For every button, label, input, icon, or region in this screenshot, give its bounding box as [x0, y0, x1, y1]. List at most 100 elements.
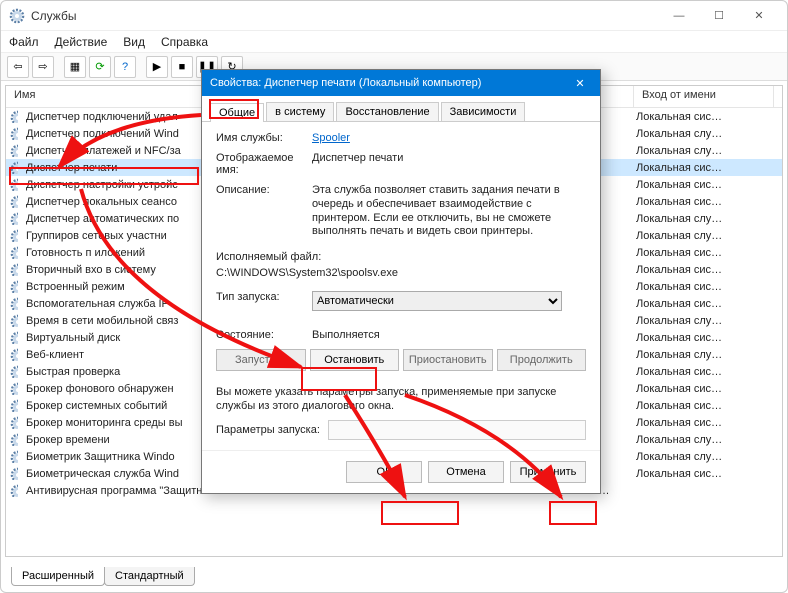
window-title: Службы [31, 9, 659, 23]
cell-name: Брокер мониторинга среды вы [22, 417, 202, 429]
pause-svc-button: Приостановить [403, 349, 493, 371]
cell-logon: Локальная сис… [632, 366, 772, 378]
cell-name: Виртуальный диск [22, 332, 202, 344]
cell-name: Брокер фонового обнаружен [22, 383, 202, 395]
menubar: Файл Действие Вид Справка [1, 31, 787, 53]
cell-logon: Локальная сис… [632, 417, 772, 429]
dtab-general[interactable]: Общие [210, 103, 264, 122]
help-button[interactable]: ? [114, 56, 136, 78]
start-button[interactable]: ▶ [146, 56, 168, 78]
cell-logon: Локальная сис… [632, 111, 772, 123]
cell-name: Диспетчер печати [22, 162, 202, 174]
val-svcname[interactable]: Spooler [312, 132, 586, 144]
col-logon[interactable]: Вход от имени [634, 86, 774, 107]
lbl-dispname: Отображаемое имя: [216, 152, 312, 176]
cell-name: Диспетчер подключений удал [22, 111, 202, 123]
cancel-button[interactable]: Отмена [428, 461, 504, 483]
cell-logon: Локальная сис… [632, 264, 772, 276]
cell-logon: Локальная слу… [632, 128, 772, 140]
val-dispname: Диспетчер печати [312, 152, 586, 164]
cell-name: Диспетчер автоматических по [22, 213, 202, 225]
gear-icon [10, 365, 18, 378]
lbl-startup: Тип запуска: [216, 291, 312, 303]
dialog-close-icon[interactable]: ✕ [568, 77, 592, 90]
gear-icon [10, 331, 18, 344]
gear-icon [10, 110, 18, 123]
gear-icon [10, 433, 18, 446]
cell-logon: Локальная сис… [632, 383, 772, 395]
cell-logon: Локальная слу… [632, 434, 772, 446]
cell-logon: Локальная слу… [632, 213, 772, 225]
maximize-button[interactable]: ☐ [699, 2, 739, 30]
dtab-logon[interactable]: в систему [266, 102, 334, 121]
stop-tb-button[interactable]: ■ [171, 56, 193, 78]
cell-logon: Локальная сис… [632, 298, 772, 310]
cell-name: Биометрическая служба Wind [22, 468, 202, 480]
cell-name: Группиров сетевых участни [22, 230, 202, 242]
startup-select[interactable]: Автоматически [312, 291, 562, 311]
gear-icon [10, 450, 18, 463]
gear-icon [10, 127, 18, 140]
gear-icon [10, 348, 18, 361]
cell-name: Время в сети мобильной связ [22, 315, 202, 327]
lbl-exe: Исполняемый файл: [216, 251, 586, 263]
minimize-button[interactable]: — [659, 2, 699, 30]
cell-name: Диспетчер подключений Wind [22, 128, 202, 140]
gear-icon [10, 246, 18, 259]
gear-icon [10, 416, 18, 429]
val-exe: C:\WINDOWS\System32\spoolsv.exe [216, 267, 586, 279]
cell-logon: Локальная сис… [632, 162, 772, 174]
forward-button[interactable]: ⇨ [32, 56, 54, 78]
cell-logon: Локальная слу… [632, 230, 772, 242]
stop-svc-button[interactable]: Остановить [310, 349, 400, 371]
ok-button[interactable]: ОК [346, 461, 422, 483]
cell-logon: Локальная сис… [632, 179, 772, 191]
cell-name: Антивирусная программа "Защитника Window… [22, 485, 202, 497]
cell-logon: Локальная слу… [632, 145, 772, 157]
cell-name: Диспетчер настройки устройс [22, 179, 202, 191]
params-input [328, 420, 586, 440]
cell-name: Вторичный вхо в систему [22, 264, 202, 276]
gear-icon [10, 382, 18, 395]
props-button[interactable]: ▦ [64, 56, 86, 78]
cell-logon: Локальная сис… [632, 281, 772, 293]
menu-file[interactable]: Файл [9, 35, 39, 49]
cell-name: Вспомогательная служба IP [22, 298, 202, 310]
cell-name: Брокер времени [22, 434, 202, 446]
gear-icon [10, 467, 18, 480]
cell-name: Биометрик Защитника Windo [22, 451, 202, 463]
gear-icon [10, 229, 18, 242]
apply-button[interactable]: Применить [510, 461, 586, 483]
cell-logon: Локальная слу… [632, 315, 772, 327]
gear-icon [10, 297, 18, 310]
cell-name: Готовность п иложений [22, 247, 202, 259]
dtab-recovery[interactable]: Восстановление [336, 102, 438, 121]
menu-action[interactable]: Действие [55, 35, 108, 49]
lbl-desc: Описание: [216, 184, 312, 196]
menu-help[interactable]: Справка [161, 35, 208, 49]
dialog-title: Свойства: Диспетчер печати (Локальный ко… [210, 77, 481, 89]
gear-icon [10, 178, 18, 191]
gear-icon [10, 212, 18, 225]
val-desc[interactable]: Эта служба позволяет ставить задания печ… [312, 184, 582, 240]
cell-name: Веб-клиент [22, 349, 202, 361]
tab-extended[interactable]: Расширенный [11, 567, 105, 586]
dtab-deps[interactable]: Зависимости [441, 102, 526, 121]
cell-name: Диспетчер локальных сеансо [22, 196, 202, 208]
col-name[interactable]: Имя [6, 86, 204, 107]
cell-logon: Локальная сис… [632, 332, 772, 344]
tab-standard[interactable]: Стандартный [104, 567, 195, 586]
val-state: Выполняется [312, 329, 586, 341]
gear-icon [10, 263, 18, 276]
cell-name: Быстрая проверка [22, 366, 202, 378]
cell-name: Встроенный режим [22, 281, 202, 293]
menu-view[interactable]: Вид [123, 35, 145, 49]
cell-logon: Локальная слу… [632, 451, 772, 463]
resume-svc-button: Продолжить [497, 349, 587, 371]
back-button[interactable]: ⇦ [7, 56, 29, 78]
lbl-svcname: Имя службы: [216, 132, 312, 144]
close-button[interactable]: ✕ [739, 2, 779, 30]
refresh-button[interactable]: ⟳ [89, 56, 111, 78]
cell-logon: Локальная сис… [632, 400, 772, 412]
gear-icon [10, 484, 18, 497]
